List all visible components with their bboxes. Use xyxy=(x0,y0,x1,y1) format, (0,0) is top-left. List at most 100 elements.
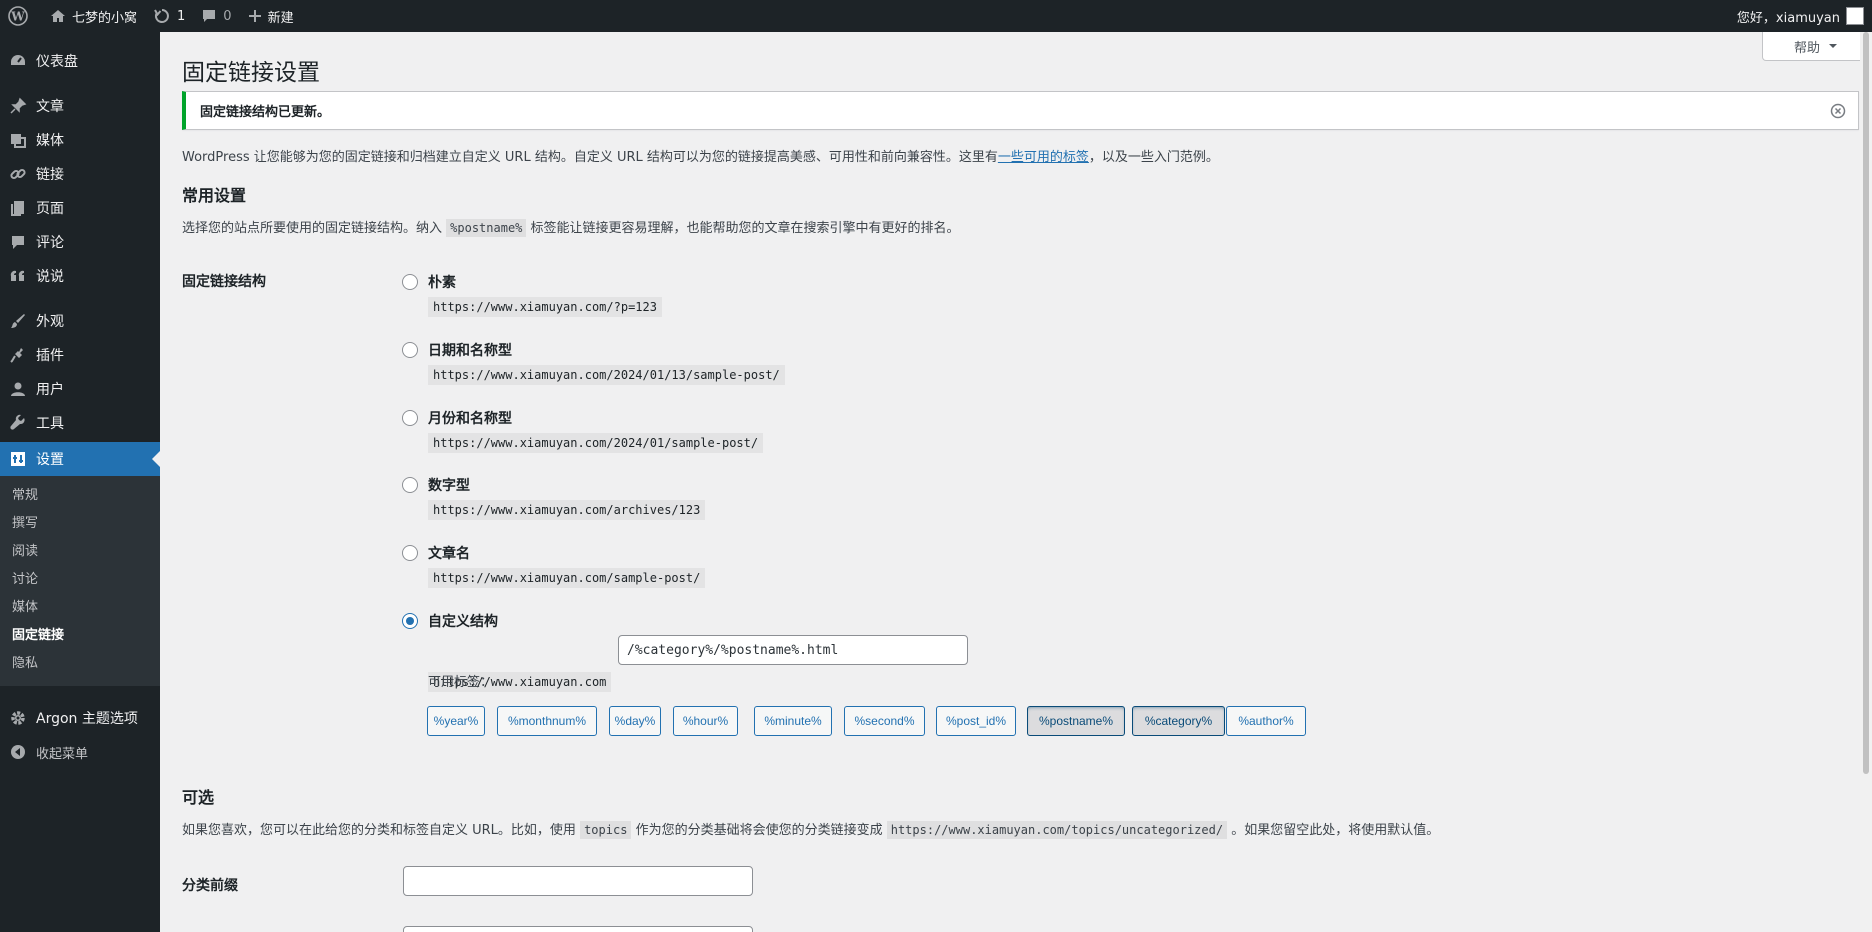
brush-icon xyxy=(11,314,25,328)
option-post-name[interactable]: 文章名 xyxy=(402,543,470,563)
sidebar-item-label: Argon 主题选项 xyxy=(36,711,138,727)
tag-author-button[interactable]: %author% xyxy=(1226,706,1306,736)
optional-desc: 如果您喜欢，您可以在此给您的分类和标签自定义 URL。比如，使用 topics … xyxy=(182,819,1440,839)
sidebar-item-label: 说说 xyxy=(36,269,64,285)
sidebar-item-appearance[interactable]: 外观 xyxy=(0,304,160,338)
tag-postname-button[interactable]: %postname% xyxy=(1027,706,1125,736)
notice-text: 固定链接结构已更新。 xyxy=(200,105,331,120)
option-custom[interactable]: 自定义结构 xyxy=(402,611,498,631)
available-tags-label: 可用标签： xyxy=(428,675,494,690)
sidebar-item-argon-options[interactable]: Argon 主题选项 xyxy=(0,701,160,735)
submenu-item-media[interactable]: 媒体 xyxy=(12,596,38,615)
topics-code: topics xyxy=(580,821,632,839)
radio-numeric[interactable] xyxy=(402,477,418,493)
sidebar-item-shuoshuo[interactable]: 说说 xyxy=(0,259,160,293)
greeting: 您好，xiamuyan xyxy=(1736,10,1840,26)
sidebar-item-settings[interactable]: 设置 xyxy=(0,442,160,476)
radio-day-name[interactable] xyxy=(402,342,418,358)
tag-minute-button[interactable]: %minute% xyxy=(754,706,832,736)
quote-icon xyxy=(10,270,24,281)
help-button[interactable]: 帮助 xyxy=(1762,32,1870,61)
submenu-item-general[interactable]: 常规 xyxy=(12,484,38,503)
sidebar-item-pages[interactable]: 页面 xyxy=(0,191,160,225)
success-notice: 固定链接结构已更新。 xyxy=(182,91,1859,130)
admin-bar: W 七梦的小窝 1 0 新建 您好，xiamuyan xyxy=(0,0,1872,32)
intro-before: WordPress 让您能够为您的固定链接和归档建立自定义 URL 结构。自定义… xyxy=(182,150,998,165)
option-month-name[interactable]: 月份和名称型 xyxy=(402,408,512,428)
dashboard-icon xyxy=(11,55,25,65)
option-numeric[interactable]: 数字型 xyxy=(402,475,470,495)
option-day-name[interactable]: 日期和名称型 xyxy=(402,340,512,360)
radio-plain[interactable] xyxy=(402,274,418,290)
help-label: 帮助 xyxy=(1793,40,1820,56)
option-label: 日期和名称型 xyxy=(428,343,512,359)
sidebar-item-label: 链接 xyxy=(36,167,64,183)
category-base-label: 分类前缀 xyxy=(182,878,238,894)
plugin-icon xyxy=(10,348,23,363)
submenu-item-privacy[interactable]: 隐私 xyxy=(12,652,38,671)
settings-submenu: 常规 撰写 阅读 讨论 媒体 固定链接 隐私 xyxy=(0,476,160,686)
sidebar-item-users[interactable]: 用户 xyxy=(0,372,160,406)
tag-post-id-button[interactable]: %post_id% xyxy=(936,706,1016,736)
option-label: 朴素 xyxy=(428,275,456,291)
tag-year-button[interactable]: %year% xyxy=(427,706,485,736)
sidebar-item-media[interactable]: 媒体 xyxy=(0,123,160,157)
available-tags-link[interactable]: 一些可用的标签 xyxy=(998,150,1089,165)
example-plain: https://www.xiamuyan.com/?p=123 xyxy=(428,297,662,317)
page-scrollbar[interactable] xyxy=(1860,32,1872,932)
intro-text: WordPress 让您能够为您的固定链接和归档建立自定义 URL 结构。自定义… xyxy=(182,146,1219,165)
sidebar-item-links[interactable]: 链接 xyxy=(0,157,160,191)
sidebar-item-posts[interactable]: 文章 xyxy=(0,89,160,123)
radio-month-name[interactable] xyxy=(402,410,418,426)
tag-second-button[interactable]: %second% xyxy=(844,706,925,736)
close-circle-icon xyxy=(1830,103,1846,119)
settings-icon xyxy=(11,452,25,466)
media-icon xyxy=(11,134,26,148)
sidebar-item-label: 插件 xyxy=(36,348,64,364)
radio-post-name[interactable] xyxy=(402,545,418,561)
tag-hour-button[interactable]: %hour% xyxy=(673,706,738,736)
submenu-item-permalinks[interactable]: 固定链接 xyxy=(12,624,64,643)
wordpress-logo-icon: W xyxy=(8,6,28,26)
dismiss-button[interactable] xyxy=(1830,103,1846,123)
submenu-item-reading[interactable]: 阅读 xyxy=(12,540,38,559)
plus-icon xyxy=(248,10,261,22)
new-label: 新建 xyxy=(267,10,294,26)
updates-icon xyxy=(154,9,169,23)
updates-link[interactable]: 1 xyxy=(145,0,193,32)
wordpress-logo-button[interactable]: W xyxy=(0,0,42,32)
sidebar-item-label: 工具 xyxy=(36,416,64,432)
topics-url-code: https://www.xiamuyan.com/topics/uncatego… xyxy=(886,821,1228,839)
submenu-item-writing[interactable]: 撰写 xyxy=(12,512,38,531)
sidebar-item-label: 文章 xyxy=(36,99,64,115)
submenu-item-discussion[interactable]: 讨论 xyxy=(12,568,38,587)
custom-structure-input[interactable]: /%category%/%postname%.html xyxy=(618,635,968,665)
sidebar-item-comments[interactable]: 评论 xyxy=(0,225,160,259)
option-plain[interactable]: 朴素 xyxy=(402,272,456,292)
category-base-input[interactable] xyxy=(403,866,753,896)
site-name-link[interactable]: 七梦的小窝 xyxy=(42,0,145,32)
optional-desc-after: 。如果您留空此处，将使用默认值。 xyxy=(1231,823,1440,838)
svg-text:W: W xyxy=(10,10,25,24)
tag-category-button[interactable]: %category% xyxy=(1132,706,1225,736)
tag-base-input[interactable] xyxy=(403,926,753,932)
sidebar-item-tools[interactable]: 工具 xyxy=(0,406,160,440)
scrollbar-thumb[interactable] xyxy=(1863,32,1869,774)
site-name: 七梦的小窝 xyxy=(72,10,138,26)
updates-count: 1 xyxy=(177,8,186,24)
page-icon xyxy=(11,201,24,216)
caret-down-icon xyxy=(1829,44,1837,48)
option-label: 月份和名称型 xyxy=(428,411,512,427)
tag-monthnum-button[interactable]: %monthnum% xyxy=(497,706,597,736)
sidebar-item-plugins[interactable]: 插件 xyxy=(0,338,160,372)
radio-custom[interactable] xyxy=(402,613,418,629)
comments-link[interactable]: 0 xyxy=(193,0,239,32)
optional-heading: 可选 xyxy=(182,788,215,807)
sidebar-item-label: 页面 xyxy=(36,201,64,217)
collapse-menu-button[interactable]: 收起菜单 xyxy=(0,735,160,769)
option-label: 数字型 xyxy=(428,478,470,494)
new-content-link[interactable]: 新建 xyxy=(240,0,302,32)
my-account-link[interactable]: 您好，xiamuyan xyxy=(1737,7,1872,26)
sidebar-item-dashboard[interactable]: 仪表盘 xyxy=(0,44,160,78)
tag-day-button[interactable]: %day% xyxy=(609,706,661,736)
